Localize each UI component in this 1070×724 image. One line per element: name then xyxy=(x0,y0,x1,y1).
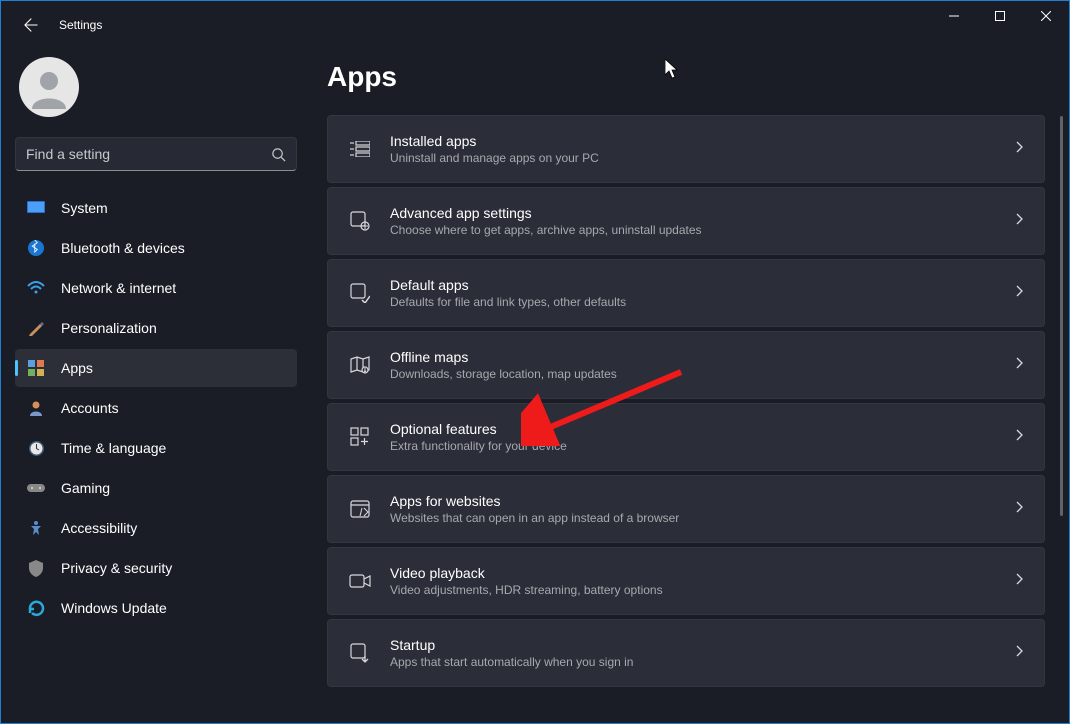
card-title: Advanced app settings xyxy=(390,204,1016,222)
close-button[interactable] xyxy=(1023,1,1069,31)
brush-icon xyxy=(27,319,45,337)
card-offline-maps[interactable]: Offline maps Downloads, storage location… xyxy=(327,331,1045,399)
card-subtitle: Uninstall and manage apps on your PC xyxy=(390,150,1016,167)
chevron-right-icon xyxy=(1016,284,1024,302)
optional-features-icon xyxy=(348,427,372,447)
system-icon xyxy=(27,199,45,217)
avatar-icon xyxy=(27,65,71,109)
card-subtitle: Video adjustments, HDR streaming, batter… xyxy=(390,582,1016,599)
nav-item-system[interactable]: System xyxy=(15,189,297,227)
nav-item-personalization[interactable]: Personalization xyxy=(15,309,297,347)
maximize-button[interactable] xyxy=(977,1,1023,31)
wifi-icon xyxy=(27,279,45,297)
card-apps-for-websites[interactable]: Apps for websites Websites that can open… xyxy=(327,475,1045,543)
window-title: Settings xyxy=(59,18,102,32)
nav-label: System xyxy=(61,200,108,216)
card-subtitle: Websites that can open in an app instead… xyxy=(390,510,1016,527)
nav-item-bluetooth[interactable]: Bluetooth & devices xyxy=(15,229,297,267)
default-apps-icon xyxy=(348,283,372,303)
maximize-icon xyxy=(995,11,1005,21)
nav-item-update[interactable]: Windows Update xyxy=(15,589,297,627)
card-video-playback[interactable]: Video playback Video adjustments, HDR st… xyxy=(327,547,1045,615)
nav-label: Apps xyxy=(61,360,93,376)
clock-icon xyxy=(27,439,45,457)
chevron-right-icon xyxy=(1016,572,1024,590)
search-icon xyxy=(271,147,286,162)
sidebar: System Bluetooth & devices Network & int… xyxy=(1,49,311,723)
nav-item-network[interactable]: Network & internet xyxy=(15,269,297,307)
card-title: Installed apps xyxy=(390,132,1016,150)
bluetooth-icon xyxy=(27,239,45,257)
title-bar: Settings xyxy=(1,1,1069,49)
account-icon xyxy=(27,399,45,417)
nav-label: Gaming xyxy=(61,480,110,496)
nav-label: Personalization xyxy=(61,320,157,336)
card-title: Default apps xyxy=(390,276,1016,294)
nav-list: System Bluetooth & devices Network & int… xyxy=(15,189,297,627)
minimize-icon xyxy=(949,11,959,21)
advanced-apps-icon xyxy=(348,211,372,231)
card-subtitle: Extra functionality for your device xyxy=(390,438,1016,455)
search-input[interactable] xyxy=(26,146,271,162)
avatar[interactable] xyxy=(19,57,79,117)
apps-websites-icon xyxy=(348,500,372,518)
card-title: Offline maps xyxy=(390,348,1016,366)
video-icon xyxy=(348,574,372,588)
card-subtitle: Choose where to get apps, archive apps, … xyxy=(390,222,1016,239)
main-content: Apps Installed apps Uninstall and manage… xyxy=(311,49,1069,723)
card-startup[interactable]: Startup Apps that start automatically wh… xyxy=(327,619,1045,687)
back-arrow-icon xyxy=(24,18,38,32)
nav-item-apps[interactable]: Apps xyxy=(15,349,297,387)
startup-icon xyxy=(348,643,372,663)
card-subtitle: Defaults for file and link types, other … xyxy=(390,294,1016,311)
nav-item-accounts[interactable]: Accounts xyxy=(15,389,297,427)
nav-item-privacy[interactable]: Privacy & security xyxy=(15,549,297,587)
window-controls xyxy=(931,1,1069,31)
card-advanced-app-settings[interactable]: Advanced app settings Choose where to ge… xyxy=(327,187,1045,255)
close-icon xyxy=(1041,11,1051,21)
search-box[interactable] xyxy=(15,137,297,171)
nav-label: Privacy & security xyxy=(61,560,172,576)
card-default-apps[interactable]: Default apps Defaults for file and link … xyxy=(327,259,1045,327)
minimize-button[interactable] xyxy=(931,1,977,31)
card-subtitle: Apps that start automatically when you s… xyxy=(390,654,1016,671)
card-title: Optional features xyxy=(390,420,1016,438)
card-title: Startup xyxy=(390,636,1016,654)
card-title: Apps for websites xyxy=(390,492,1016,510)
nav-item-gaming[interactable]: Gaming xyxy=(15,469,297,507)
chevron-right-icon xyxy=(1016,428,1024,446)
card-subtitle: Downloads, storage location, map updates xyxy=(390,366,1016,383)
scrollbar[interactable] xyxy=(1060,116,1063,516)
back-button[interactable] xyxy=(15,9,47,41)
chevron-right-icon xyxy=(1016,356,1024,374)
nav-label: Network & internet xyxy=(61,280,176,296)
chevron-right-icon xyxy=(1016,644,1024,662)
card-title: Video playback xyxy=(390,564,1016,582)
chevron-right-icon xyxy=(1016,500,1024,518)
chevron-right-icon xyxy=(1016,140,1024,158)
card-installed-apps[interactable]: Installed apps Uninstall and manage apps… xyxy=(327,115,1045,183)
installed-apps-icon xyxy=(348,141,372,157)
accessibility-icon xyxy=(27,519,45,537)
chevron-right-icon xyxy=(1016,212,1024,230)
page-title: Apps xyxy=(327,61,1045,93)
card-optional-features[interactable]: Optional features Extra functionality fo… xyxy=(327,403,1045,471)
nav-item-accessibility[interactable]: Accessibility xyxy=(15,509,297,547)
nav-label: Accessibility xyxy=(61,520,137,536)
maps-icon xyxy=(348,356,372,374)
update-icon xyxy=(27,599,45,617)
apps-icon xyxy=(27,359,45,377)
gaming-icon xyxy=(27,479,45,497)
nav-label: Bluetooth & devices xyxy=(61,240,185,256)
nav-item-time[interactable]: Time & language xyxy=(15,429,297,467)
nav-label: Windows Update xyxy=(61,600,167,616)
nav-label: Time & language xyxy=(61,440,166,456)
shield-icon xyxy=(27,559,45,577)
nav-label: Accounts xyxy=(61,400,119,416)
